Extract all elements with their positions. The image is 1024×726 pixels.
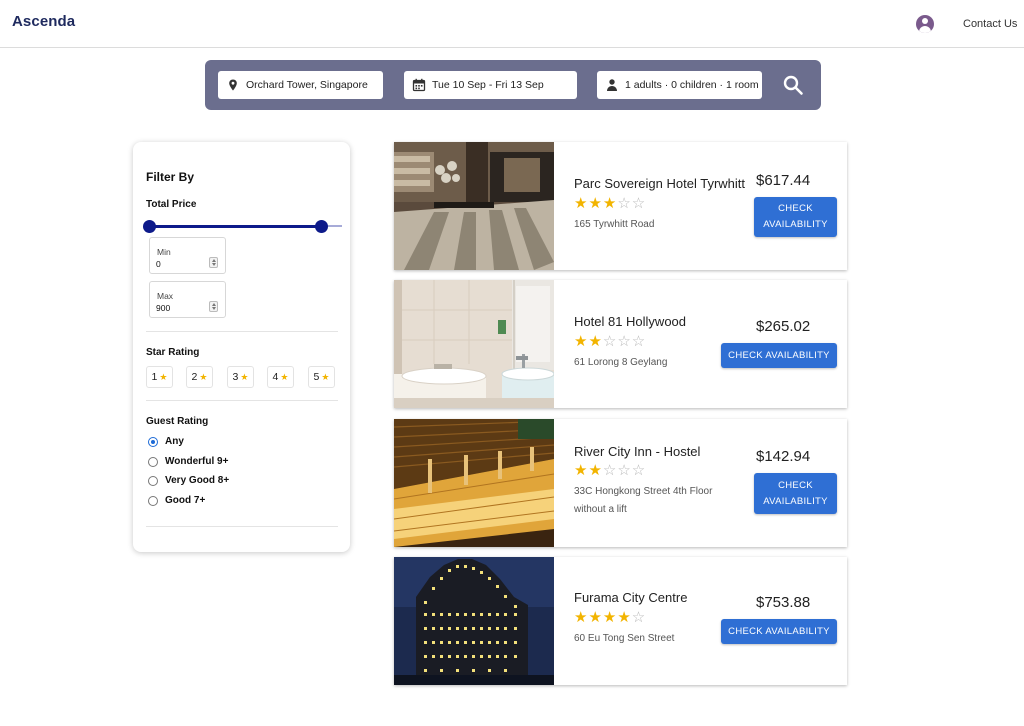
date-range-value: Tue 10 Sep - Fri 13 Sep — [432, 79, 544, 91]
star-filter-3[interactable]: 3 ★ — [227, 366, 254, 388]
hotel-name[interactable]: Parc Sovereign Hotel Tyrwhitt — [574, 176, 746, 191]
star-icon: ★ — [159, 371, 168, 382]
star-filter-4[interactable]: 4 ★ — [267, 366, 294, 388]
filter-panel: Filter By Total Price Min Max Star Ratin… — [133, 142, 350, 552]
star-outline-icon: ☆☆☆ — [602, 462, 647, 479]
location-field[interactable]: Orchard Tower, Singapore — [218, 71, 383, 99]
hotel-address: 61 Lorong 8 Geylang — [574, 357, 668, 368]
min-spinner-icon[interactable] — [209, 257, 218, 268]
star-icon: ★ — [240, 371, 249, 382]
star-icon: ★ — [321, 371, 330, 382]
star-filter-label: 4 — [272, 371, 279, 383]
star-outline-icon: ☆ — [631, 609, 647, 626]
check-availability-button[interactable]: Check Availability — [721, 619, 837, 644]
check-availability-button[interactable]: Check Availability — [754, 197, 837, 237]
star-filter-label: 3 — [232, 371, 239, 383]
star-outline-icon: ☆☆☆ — [602, 333, 647, 350]
star-filter-label: 2 — [191, 371, 198, 383]
hotel-card[interactable]: Furama City Centre ★★★★☆ 60 Eu Tong Sen … — [394, 557, 847, 685]
guest-rating-wonderful[interactable]: Wonderful 9+ — [148, 456, 228, 467]
radio-button-selected[interactable] — [148, 436, 158, 447]
star-rating: ★★★★☆ — [574, 610, 646, 625]
hotel-name[interactable]: River City Inn - Hostel — [574, 444, 746, 459]
hotel-price: $265.02 — [756, 318, 811, 335]
brand-logo[interactable]: Ascenda — [12, 13, 75, 30]
max-price-input[interactable] — [156, 303, 208, 313]
price-slider-track[interactable] — [149, 225, 324, 228]
person-icon — [607, 79, 617, 91]
search-bar: Orchard Tower, Singapore Tue 10 Sep - Fr… — [205, 60, 821, 110]
hotel-photo-bathroom[interactable] — [394, 280, 554, 408]
hotel-card[interactable]: Hotel 81 Hollywood ★★☆☆☆ 61 Lorong 8 Gey… — [394, 280, 847, 408]
hotel-name[interactable]: Furama City Centre — [574, 590, 746, 605]
radio-button[interactable] — [148, 475, 158, 486]
hotel-address: 165 Tyrwhitt Road — [574, 219, 655, 230]
star-outline-icon: ☆☆ — [617, 195, 647, 212]
check-availability-button[interactable]: Check Availability — [721, 343, 837, 368]
hotel-name[interactable]: Hotel 81 Hollywood — [574, 314, 746, 329]
guest-rating-label: Very Good 8+ — [165, 475, 230, 486]
guest-rating-very-good[interactable]: Very Good 8+ — [148, 475, 229, 486]
divider — [146, 400, 338, 401]
user-circle-icon[interactable] — [916, 15, 934, 33]
star-icon: ★ — [280, 371, 289, 382]
filter-title: Filter By — [146, 170, 195, 184]
divider — [146, 331, 338, 332]
contact-us-link[interactable]: Contact Us — [963, 18, 1017, 30]
map-pin-icon — [229, 79, 237, 91]
star-rating-heading: Star Rating — [146, 347, 200, 358]
guest-rating-heading: Guest Rating — [146, 416, 209, 427]
hotel-price: $617.44 — [756, 172, 811, 189]
hotel-card[interactable]: River City Inn - Hostel ★★☆☆☆ 33C Hongko… — [394, 419, 847, 547]
guest-rating-label: Wonderful 9+ — [165, 456, 229, 467]
min-price-field[interactable]: Min — [149, 237, 226, 274]
guest-rating-label: Any — [165, 436, 184, 447]
hotel-card[interactable]: Parc Sovereign Hotel Tyrwhitt ★★★☆☆ 165 … — [394, 142, 847, 270]
guest-rating-good[interactable]: Good 7+ — [148, 495, 205, 506]
hotel-photo-lobby[interactable] — [394, 142, 554, 270]
star-filter-5[interactable]: 5 ★ — [308, 366, 335, 388]
hotel-photo-corridor[interactable] — [394, 419, 554, 547]
star-rating: ★★★☆☆ — [574, 196, 646, 211]
location-value: Orchard Tower, Singapore — [246, 79, 368, 91]
star-icon: ★★ — [574, 462, 603, 479]
check-availability-button[interactable]: Check Availability — [754, 473, 837, 514]
star-icon: ★ — [199, 371, 208, 382]
hotel-photo-building[interactable] — [394, 557, 554, 685]
star-filter-2[interactable]: 2 ★ — [186, 366, 213, 388]
max-price-label: Max — [157, 291, 174, 301]
date-range-field[interactable]: Tue 10 Sep - Fri 13 Sep — [404, 71, 577, 99]
star-filter-label: 5 — [313, 371, 320, 383]
star-rating: ★★☆☆☆ — [574, 334, 646, 349]
hotel-price: $753.88 — [756, 594, 811, 611]
hotel-address: 33C Hongkong Street 4th Floor without a … — [574, 486, 713, 515]
hotel-price: $142.94 — [756, 448, 811, 465]
star-icon: ★★ — [574, 333, 603, 350]
radio-button[interactable] — [148, 456, 158, 467]
star-icon: ★★★ — [574, 195, 618, 212]
radio-button[interactable] — [148, 495, 158, 506]
max-spinner-icon[interactable] — [209, 301, 218, 312]
star-rating: ★★☆☆☆ — [574, 463, 646, 478]
guest-rating-any[interactable]: Any — [148, 436, 184, 447]
star-icon: ★★★★ — [574, 609, 632, 626]
divider — [146, 526, 338, 527]
price-slider-min-thumb[interactable] — [143, 220, 156, 233]
hotel-address: 60 Eu Tong Sen Street — [574, 633, 675, 644]
guests-value: 1 adults · 0 children · 1 room — [625, 79, 759, 91]
guests-field[interactable]: 1 adults · 0 children · 1 room — [597, 71, 762, 99]
min-price-input[interactable] — [156, 259, 208, 269]
guest-rating-label: Good 7+ — [165, 495, 206, 506]
star-filter-label: 1 — [151, 371, 158, 383]
total-price-heading: Total Price — [146, 199, 197, 210]
star-filter-1[interactable]: 1 ★ — [146, 366, 173, 388]
max-price-field[interactable]: Max — [149, 281, 226, 318]
price-slider-max-thumb[interactable] — [315, 220, 328, 233]
min-price-label: Min — [157, 247, 171, 257]
top-header: Ascenda Contact Us — [0, 0, 1024, 48]
magnifier-icon[interactable] — [781, 73, 805, 97]
calendar-icon — [412, 78, 426, 92]
